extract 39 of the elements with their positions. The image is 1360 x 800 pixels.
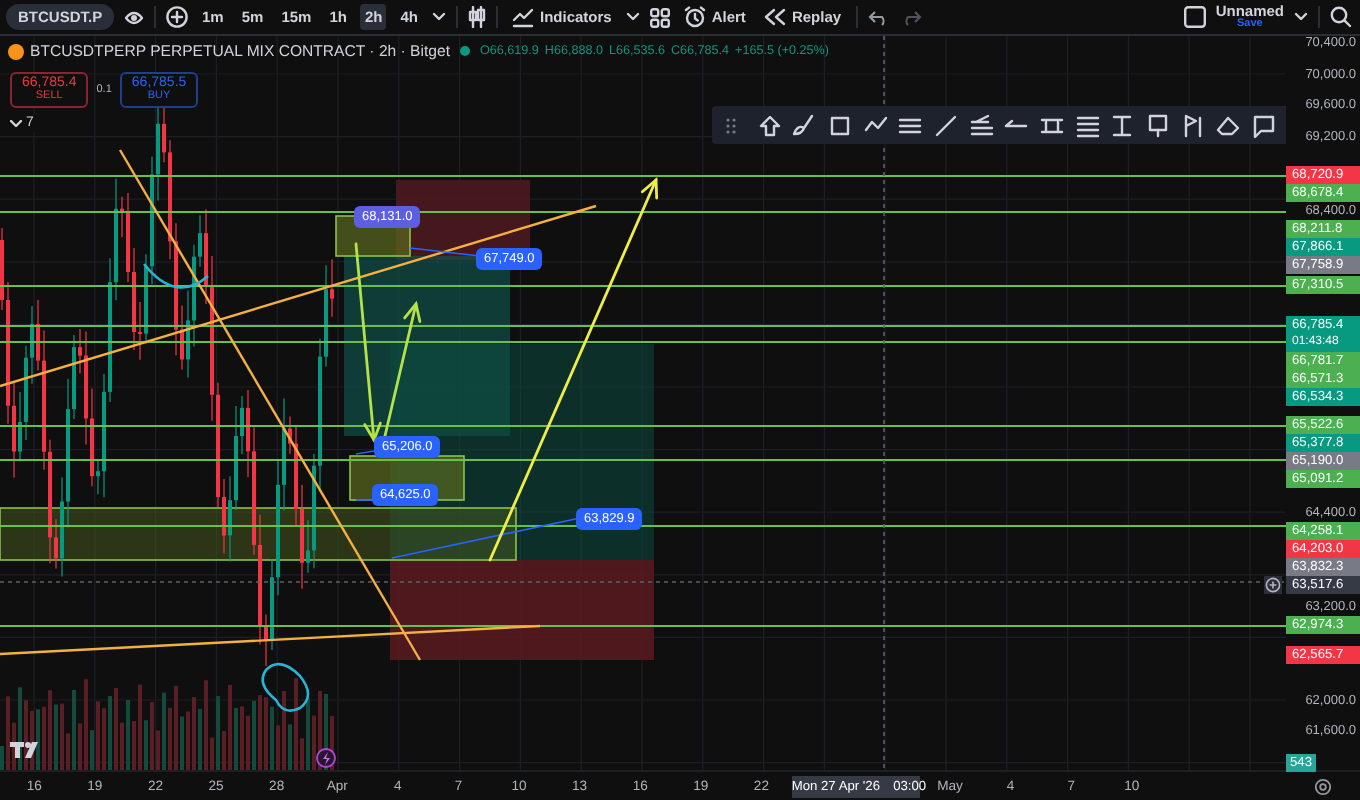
- rectangle-icon[interactable]: [827, 113, 852, 137]
- caret-icon[interactable]: [1294, 12, 1308, 22]
- candlestick-icon[interactable]: [468, 6, 486, 28]
- eye-icon[interactable]: [124, 7, 144, 27]
- caret-icon[interactable]: [625, 12, 640, 22]
- grid-icon[interactable]: [649, 7, 670, 27]
- note-icon[interactable]: [1251, 113, 1276, 137]
- arrow: [382, 300, 422, 442]
- channel-icon[interactable]: [1039, 113, 1064, 137]
- rewind-icon: [763, 8, 786, 26]
- caret-icon: [10, 119, 22, 127]
- fib-icon[interactable]: [969, 113, 994, 137]
- parallel-lines-icon[interactable]: [1075, 113, 1100, 137]
- search-icon[interactable]: [1330, 6, 1352, 28]
- status-dot: [459, 46, 470, 56]
- leader-line: [409, 247, 481, 257]
- caret-icon[interactable]: [432, 12, 446, 22]
- brush-icon[interactable]: [792, 113, 817, 137]
- loop-stroke: [261, 662, 310, 712]
- undo-icon[interactable]: [867, 9, 890, 25]
- lightning-icon: [316, 748, 336, 768]
- eraser-icon[interactable]: [1216, 113, 1241, 137]
- measure-icon[interactable]: [1110, 113, 1135, 137]
- settings-icon[interactable]: [1314, 777, 1332, 795]
- alarm-clock-icon: [683, 6, 706, 28]
- diagonal-line-icon[interactable]: [933, 113, 958, 137]
- flag-icon[interactable]: [1181, 113, 1206, 137]
- add-icon[interactable]: [166, 6, 188, 28]
- coin-icon: [8, 43, 24, 59]
- price-label-icon[interactable]: [1145, 113, 1170, 137]
- zigzag-icon[interactable]: [863, 113, 888, 137]
- lines-icon[interactable]: [898, 113, 923, 137]
- arrow-up-icon[interactable]: [757, 113, 782, 137]
- square-icon[interactable]: [1183, 6, 1206, 28]
- chart-line-icon: [512, 7, 534, 27]
- logo-icon: [10, 742, 38, 758]
- add-icon[interactable]: [1264, 575, 1282, 594]
- curve-stroke: [143, 263, 209, 289]
- redo-icon[interactable]: [899, 9, 922, 25]
